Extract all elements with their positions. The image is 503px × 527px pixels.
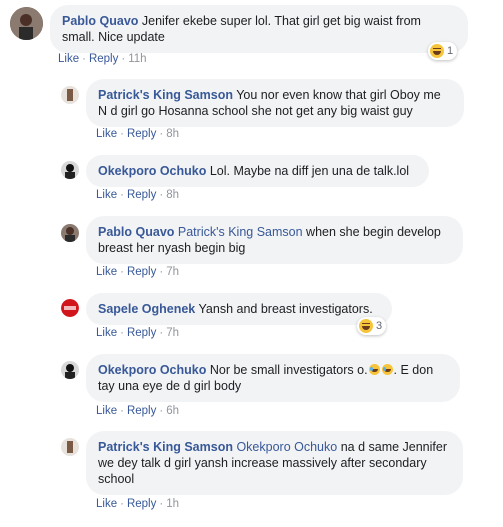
crying-laughing-emoji-icon (368, 364, 380, 375)
reply-link[interactable]: Reply (127, 189, 156, 201)
avatar[interactable] (61, 438, 79, 456)
comment-actions: Like · Reply · 8h (96, 128, 179, 140)
avatar-image (10, 7, 43, 40)
timestamp[interactable]: 7h (166, 266, 179, 278)
reply-link[interactable]: Reply (127, 128, 156, 140)
reaction-count[interactable]: 1 (428, 42, 458, 60)
avatar-image (61, 361, 79, 379)
commenter-name[interactable]: Pablo Quavo (62, 14, 138, 28)
reaction-count[interactable]: 3 (357, 317, 387, 335)
comment-actions: Like · Reply · 1h (96, 498, 179, 510)
comment-bubble: Pablo Quavo Jenifer ekebe super lol. Tha… (50, 5, 468, 53)
commenter-name[interactable]: Sapele Oghenek (98, 302, 195, 316)
reply-link[interactable]: Reply (127, 266, 156, 278)
avatar[interactable] (61, 299, 79, 317)
mention-link[interactable]: Patrick's King Samson (178, 225, 303, 239)
avatar-image (61, 438, 79, 456)
comment-bubble: Pablo Quavo Patrick's King Samson when s… (86, 216, 463, 264)
like-link[interactable]: Like (96, 327, 117, 339)
haha-emoji-icon (430, 44, 444, 58)
timestamp[interactable]: 6h (166, 405, 179, 417)
comment-text: Yansh and breast investigators. (198, 302, 373, 316)
comment-actions: Like · Reply · 6h (96, 405, 179, 417)
comment-bubble: Patrick's King Samson Okekporo Ochuko na… (86, 431, 463, 495)
avatar-image (61, 161, 79, 179)
crying-laughing-emoji-icon (381, 364, 393, 375)
like-link[interactable]: Like (96, 405, 117, 417)
comment-bubble: Patrick's King Samson You nor even know … (86, 79, 464, 127)
avatar[interactable] (61, 224, 79, 242)
commenter-name[interactable]: Patrick's King Samson (98, 88, 233, 102)
haha-emoji-icon (359, 319, 373, 333)
comment-actions: Like · Reply · 7h (96, 266, 179, 278)
reply-link[interactable]: Reply (89, 53, 118, 65)
avatar-image (61, 224, 79, 242)
like-link[interactable]: Like (58, 53, 79, 65)
comment-text: Nor be small investigators o. (209, 363, 368, 377)
reply-link[interactable]: Reply (127, 327, 156, 339)
commenter-name[interactable]: Okekporo Ochuko (98, 363, 206, 377)
comment-bubble: Sapele Oghenek Yansh and breast investig… (86, 293, 392, 325)
comment-bubble: Okekporo Ochuko Nor be small investigato… (86, 354, 460, 402)
commenter-name[interactable]: Patrick's King Samson (98, 440, 233, 454)
timestamp[interactable]: 1h (166, 498, 179, 510)
reply-link[interactable]: Reply (127, 498, 156, 510)
comment-actions: Like · Reply · 7h (96, 327, 179, 339)
reaction-count-value: 3 (376, 320, 383, 332)
mention-link[interactable]: Okekporo Ochuko (236, 440, 337, 454)
timestamp[interactable]: 8h (166, 189, 179, 201)
like-link[interactable]: Like (96, 189, 117, 201)
timestamp[interactable]: 8h (166, 128, 179, 140)
reply-link[interactable]: Reply (127, 405, 156, 417)
timestamp[interactable]: 11h (128, 53, 146, 65)
reaction-count-value: 1 (447, 45, 454, 57)
comment-bubble: Okekporo Ochuko Lol. Maybe na diff jen u… (86, 155, 429, 187)
avatar-image (61, 86, 79, 104)
avatar[interactable] (10, 7, 43, 40)
avatar[interactable] (61, 161, 79, 179)
comment-actions: Like · Reply · 11h (58, 53, 147, 65)
avatar-image (61, 299, 79, 317)
like-link[interactable]: Like (96, 498, 117, 510)
timestamp[interactable]: 7h (166, 327, 179, 339)
commenter-name[interactable]: Okekporo Ochuko (98, 164, 206, 178)
commenter-name[interactable]: Pablo Quavo (98, 225, 174, 239)
comment-actions: Like · Reply · 8h (96, 189, 179, 201)
avatar[interactable] (61, 86, 79, 104)
like-link[interactable]: Like (96, 128, 117, 140)
comment-text: Lol. Maybe na diff jen una de talk.lol (209, 164, 410, 178)
avatar[interactable] (61, 361, 79, 379)
like-link[interactable]: Like (96, 266, 117, 278)
